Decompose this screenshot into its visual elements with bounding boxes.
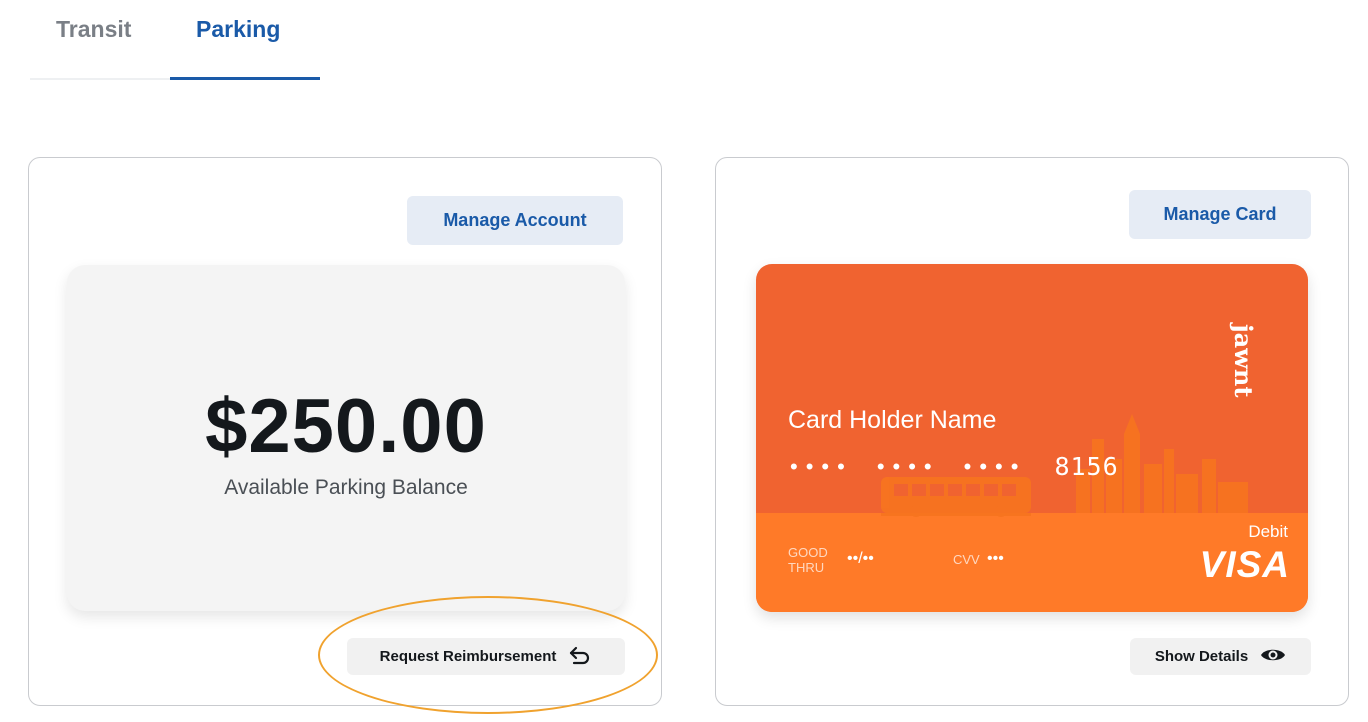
card-number: •••• •••• •••• 8156 [790, 452, 1119, 481]
request-reimbursement-label: Request Reimbursement [379, 648, 557, 665]
card-holder-name: Card Holder Name [788, 406, 997, 434]
card-last-four: 8156 [1054, 452, 1119, 481]
visa-logo: VISA [1199, 544, 1290, 585]
balance-label: Available Parking Balance [224, 476, 468, 499]
card-type: Debit [1248, 522, 1288, 541]
cvv-value: ••• [987, 550, 1004, 567]
card-brand-logo: jawnt [1229, 324, 1258, 398]
tab-parking[interactable]: Parking [196, 16, 280, 43]
active-tab-indicator [170, 77, 320, 80]
good-thru-label: GOOD THRU [788, 545, 828, 575]
manage-account-button[interactable]: Manage Account [407, 196, 623, 245]
undo-arrow-icon [568, 645, 592, 669]
manage-card-button[interactable]: Manage Card [1129, 190, 1311, 239]
cvv-label: CVV [953, 552, 980, 567]
show-details-label: Show Details [1154, 648, 1249, 665]
debit-card: jawnt Card Holder Name •••• •••• •••• 81… [756, 264, 1308, 612]
card-number-group-1: •••• [790, 453, 853, 479]
expiry-value: ••/•• [847, 550, 874, 567]
eye-icon [1260, 646, 1286, 668]
card-number-group-2: •••• [876, 453, 940, 479]
show-details-button[interactable]: Show Details [1130, 638, 1311, 675]
card-panel: Manage Card jawnt Card Holder Name •••• … [715, 157, 1349, 706]
balance-card: $250.00 Available Parking Balance [67, 265, 625, 611]
request-reimbursement-button[interactable]: Request Reimbursement [347, 638, 625, 675]
tab-transit[interactable]: Transit [56, 16, 131, 43]
card-number-group-3: •••• [963, 453, 1027, 479]
balance-amount: $250.00 [205, 384, 487, 469]
tab-bar: Transit Parking [30, 0, 320, 82]
parking-balance-panel: Manage Account $250.00 Available Parking… [28, 157, 662, 714]
